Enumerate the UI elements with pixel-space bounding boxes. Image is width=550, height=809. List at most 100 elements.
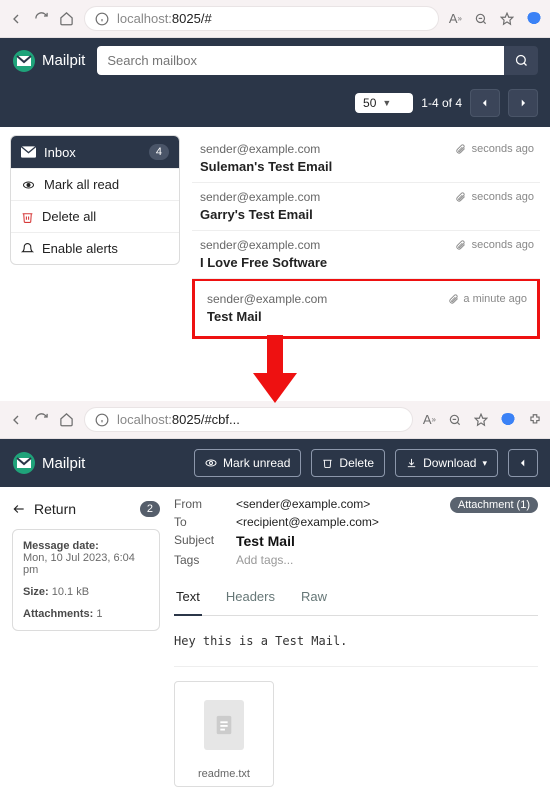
inbox-count-badge: 4: [149, 144, 169, 160]
download-icon: [406, 457, 417, 469]
chevron-down-icon: ▼: [382, 98, 391, 108]
subject-label: Subject: [174, 533, 226, 549]
sidebar-item-inbox[interactable]: Inbox 4: [11, 136, 179, 169]
message-time: seconds ago: [472, 239, 534, 251]
refresh-icon[interactable]: [34, 412, 49, 427]
paperclip-icon: [448, 292, 459, 306]
search-button[interactable]: [504, 46, 538, 75]
mailpit-logo[interactable]: Mailpit: [12, 451, 85, 475]
message-time: a minute ago: [463, 293, 527, 305]
sidebar-item-label: Mark all read: [44, 177, 119, 192]
mailpit-logo[interactable]: Mailpit: [12, 49, 85, 73]
url-text: localhost:8025/#cbf...: [117, 412, 240, 427]
sidebar: Inbox 4 Mark all read Delete all Enable …: [10, 135, 180, 265]
meta-date-value: Mon, 10 Jul 2023, 6:04 pm: [23, 552, 135, 576]
message-subject: Garry's Test Email: [200, 207, 532, 222]
pagination-count: 1-4 of 4: [421, 96, 462, 110]
highlighted-message: sender@example.com Test Mail a minute ag…: [192, 278, 540, 339]
tab-text[interactable]: Text: [174, 581, 202, 616]
url-text: localhost:8025/#: [117, 11, 212, 26]
info-icon[interactable]: [95, 413, 109, 427]
message-view-tabs: Text Headers Raw: [174, 581, 538, 616]
return-label: Return: [34, 501, 76, 517]
tags-label: Tags: [174, 553, 226, 567]
logo-text: Mailpit: [42, 455, 85, 472]
attachment-badge[interactable]: Attachment (1): [450, 497, 538, 513]
tab-raw[interactable]: Raw: [299, 581, 329, 615]
to-value: <recipient@example.com>: [236, 515, 379, 529]
search-input[interactable]: [97, 46, 504, 75]
message-time: seconds ago: [472, 143, 534, 155]
browser-bar-bottom: localhost:8025/#cbf... A»: [0, 401, 550, 439]
unread-count-badge: 2: [140, 501, 160, 517]
message-list: sender@example.com Suleman's Test Email …: [192, 135, 540, 339]
home-icon[interactable]: [59, 412, 74, 427]
app-header-top: Mailpit: [0, 38, 550, 83]
message-row[interactable]: sender@example.com Suleman's Test Email …: [192, 135, 540, 183]
sidebar-item-mark-all-read[interactable]: Mark all read: [11, 169, 179, 201]
message-row[interactable]: sender@example.com Garry's Test Email se…: [192, 183, 540, 231]
download-button[interactable]: Download▾: [395, 449, 498, 477]
refresh-icon[interactable]: [34, 11, 49, 26]
paperclip-icon: [455, 190, 466, 204]
tab-headers[interactable]: Headers: [224, 581, 277, 615]
mark-unread-button[interactable]: Mark unread: [194, 449, 301, 477]
pagination-row: 50▼ 1-4 of 4: [0, 83, 550, 127]
read-aloud-icon[interactable]: A»: [423, 412, 436, 427]
message-subject: I Love Free Software: [200, 255, 532, 270]
next-page-button[interactable]: [508, 89, 538, 117]
meta-attachments-label: Attachments:: [23, 608, 93, 620]
arrow-left-icon: [12, 502, 26, 516]
attachment-card[interactable]: readme.txt: [174, 681, 274, 787]
chat-icon[interactable]: [526, 12, 542, 26]
extensions-icon[interactable]: [528, 413, 542, 427]
paperclip-icon: [455, 142, 466, 156]
attachment-filename: readme.txt: [198, 768, 250, 780]
trash-icon: [322, 457, 333, 469]
prev-message-button[interactable]: [508, 449, 538, 477]
paperclip-icon: [455, 238, 466, 252]
zoom-out-icon[interactable]: [448, 413, 462, 427]
page-size-select[interactable]: 50▼: [355, 93, 413, 113]
trash-icon: [21, 210, 34, 224]
address-bar[interactable]: localhost:8025/#: [84, 6, 439, 31]
to-label: To: [174, 515, 226, 529]
browser-bar-top: localhost:8025/# A»: [0, 0, 550, 38]
sidebar-item-enable-alerts[interactable]: Enable alerts: [11, 233, 179, 264]
chat-icon[interactable]: [500, 413, 516, 427]
zoom-out-icon[interactable]: [474, 12, 488, 26]
file-icon: [204, 700, 244, 750]
home-icon[interactable]: [59, 11, 74, 26]
sidebar-item-label: Enable alerts: [42, 241, 118, 256]
message-meta-box: Message date:Mon, 10 Jul 2023, 6:04 pm S…: [12, 529, 160, 631]
caret-down-icon: ▾: [482, 458, 487, 469]
message-subject: Suleman's Test Email: [200, 159, 532, 174]
back-icon[interactable]: [8, 11, 24, 27]
star-icon[interactable]: [500, 12, 514, 26]
tags-input[interactable]: Add tags...: [236, 553, 293, 567]
from-label: From: [174, 497, 226, 511]
eye-off-icon: [205, 457, 217, 469]
mail-icon: [21, 146, 36, 158]
prev-page-button[interactable]: [470, 89, 500, 117]
return-button[interactable]: Return 2: [12, 497, 160, 529]
back-icon[interactable]: [8, 412, 24, 428]
message-row[interactable]: sender@example.com I Love Free Software …: [192, 231, 540, 279]
star-icon[interactable]: [474, 413, 488, 427]
meta-date-label: Message date:: [23, 540, 99, 552]
message-subject: Test Mail: [207, 309, 525, 324]
address-bar[interactable]: localhost:8025/#cbf...: [84, 407, 413, 432]
eye-icon: [21, 179, 36, 191]
from-value: <sender@example.com>: [236, 497, 370, 511]
read-aloud-icon[interactable]: A»: [449, 11, 462, 26]
message-time: seconds ago: [472, 191, 534, 203]
logo-text: Mailpit: [42, 52, 85, 69]
message-row[interactable]: sender@example.com Test Mail a minute ag…: [199, 285, 533, 332]
meta-attachments-value: 1: [96, 608, 102, 620]
subject-value: Test Mail: [236, 533, 295, 549]
app-header-bottom: Mailpit Mark unread Delete Download▾: [0, 439, 550, 487]
sidebar-item-delete-all[interactable]: Delete all: [11, 201, 179, 233]
delete-button[interactable]: Delete: [311, 449, 385, 477]
info-icon[interactable]: [95, 12, 109, 26]
meta-size-label: Size:: [23, 586, 49, 598]
